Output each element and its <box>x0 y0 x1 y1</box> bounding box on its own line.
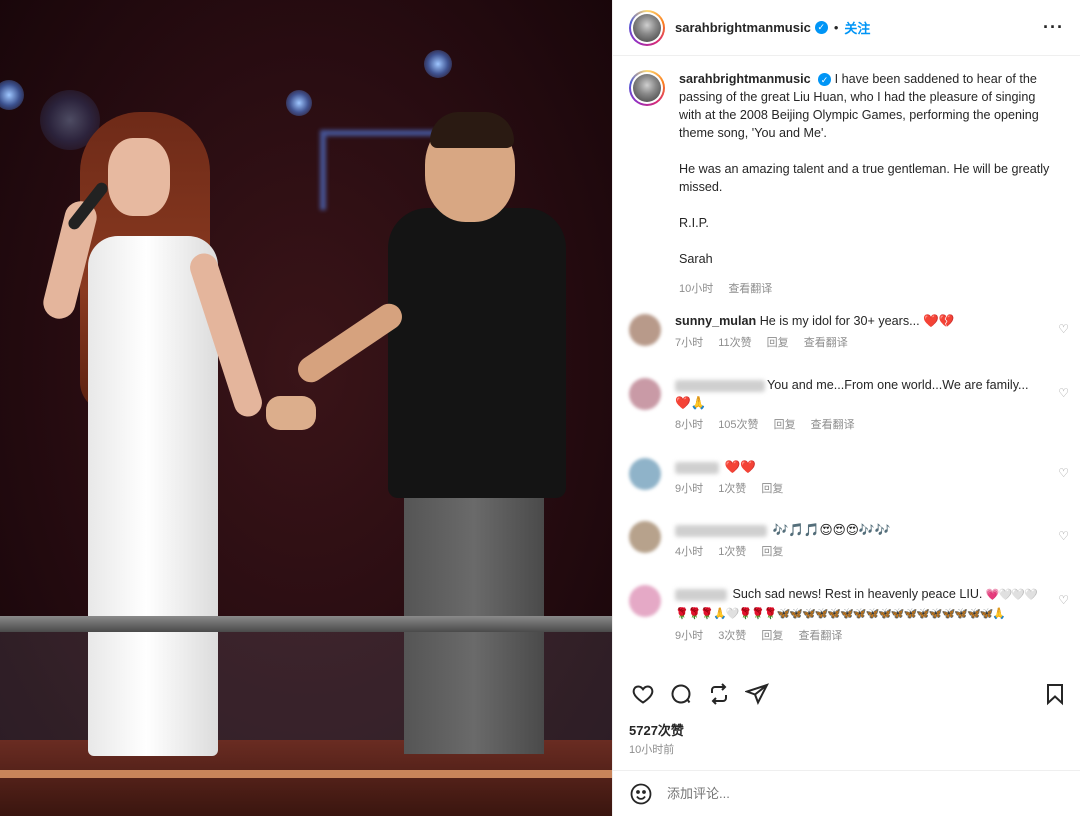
blurred-username <box>675 379 765 392</box>
like-count[interactable]: 1次赞 <box>718 483 746 495</box>
translate-link[interactable]: 查看翻译 <box>798 630 842 642</box>
more-horizontal-icon[interactable]: ··· <box>1043 17 1064 38</box>
like-count[interactable]: 5727次赞 <box>629 720 684 739</box>
avatar[interactable] <box>629 70 665 106</box>
comment-username[interactable]: sunny_mulan <box>675 314 756 328</box>
comment-emoji: ❤️🙏 <box>675 396 707 410</box>
blurred-username <box>675 588 727 601</box>
heart-icon[interactable]: ♡ <box>1058 527 1069 545</box>
comment-text: You and me...From one world...We are fam… <box>767 378 1029 392</box>
reply-link[interactable]: 回复 <box>761 483 783 495</box>
heart-icon[interactable]: ♡ <box>1058 320 1069 338</box>
like-count[interactable]: 1次赞 <box>718 546 746 558</box>
caption-username[interactable]: sarahbrightmanmusic <box>679 72 811 86</box>
verified-icon: ✓ <box>814 21 828 34</box>
comment-text: He is my idol for 30+ years... <box>759 314 920 328</box>
post-photo[interactable] <box>0 0 612 816</box>
share-icon[interactable] <box>743 680 771 708</box>
singer-hair <box>430 112 514 148</box>
repost-icon[interactable] <box>705 680 733 708</box>
avatar[interactable] <box>629 458 661 490</box>
avatar[interactable] <box>629 9 665 46</box>
caption-body: sarahbrightmanmusic ✓ I have been sadden… <box>679 70 1059 298</box>
follow-button[interactable]: 关注 <box>844 18 870 37</box>
bokeh-light <box>0 80 24 110</box>
reply-link[interactable]: 回复 <box>761 546 783 558</box>
comment-meta: 8小时 105次赞 回复 查看翻译 <box>675 416 1045 434</box>
white-dress <box>88 236 218 756</box>
stage-light-frame <box>320 130 440 210</box>
blurred-username <box>675 524 767 537</box>
stage-edge <box>0 770 612 778</box>
emoji-icon[interactable] <box>629 782 653 806</box>
avatar[interactable] <box>629 314 661 346</box>
timestamp: 7小时 <box>675 337 704 349</box>
blurred-username <box>675 461 719 474</box>
bokeh-light <box>286 90 312 116</box>
timestamp: 9小时 <box>675 630 704 642</box>
comment-meta: 7小时 11次赞 回复 查看翻译 <box>675 334 1045 352</box>
heart-icon[interactable]: ♡ <box>1058 591 1069 609</box>
stage-rail <box>0 616 612 632</box>
post-timestamp: 10小时前 <box>629 744 675 756</box>
reply-link[interactable]: 回复 <box>767 337 789 349</box>
like-count[interactable]: 105次赞 <box>718 419 758 431</box>
reply-link[interactable]: 回复 <box>774 419 796 431</box>
caption-meta: 10小时 查看翻译 <box>679 280 1059 298</box>
comment-item: 🎶🎵🎵😍😍😍🎶🎶 4小时 1次赞 回复 ♡ <box>629 521 1069 561</box>
comment-input[interactable] <box>667 786 967 801</box>
post-panel: sarahbrightmanmusic ✓ • 关注 ··· sarahbrig… <box>612 0 1080 816</box>
avatar[interactable] <box>629 585 661 617</box>
timestamp: 4小时 <box>675 546 704 558</box>
comment-meta: 9小时 3次赞 回复 查看翻译 <box>675 627 1045 645</box>
translate-link[interactable]: 查看翻译 <box>811 419 855 431</box>
heart-icon[interactable]: ♡ <box>1058 384 1069 402</box>
comment-emoji: ❤️❤️ <box>724 460 756 474</box>
post-header: sarahbrightmanmusic ✓ • 关注 ··· <box>613 0 1080 56</box>
singer-face <box>108 138 170 216</box>
timestamp: 8小时 <box>675 419 704 431</box>
comment-meta: 9小时 1次赞 回复 <box>675 480 1045 498</box>
comment-item: You and me...From one world...We are fam… <box>629 376 1069 434</box>
heart-icon[interactable]: ♡ <box>1058 464 1069 482</box>
like-count[interactable]: 3次赞 <box>718 630 746 642</box>
comment-item: ❤️❤️ 9小时 1次赞 回复 ♡ <box>629 458 1069 498</box>
caption: sarahbrightmanmusic ✓ I have been sadden… <box>613 56 1080 298</box>
comment-item: Such sad news! Rest in heavenly peace LI… <box>629 585 1069 645</box>
header-username[interactable]: sarahbrightmanmusic <box>675 20 811 35</box>
black-shirt <box>388 208 566 498</box>
verified-icon: ✓ <box>818 73 832 87</box>
comment-emoji: ❤️💔 <box>923 314 955 328</box>
held-hands <box>266 396 316 430</box>
heart-icon[interactable] <box>629 680 657 708</box>
add-comment-bar <box>613 770 1080 816</box>
bookmark-icon[interactable] <box>1041 680 1069 708</box>
translate-link[interactable]: 查看翻译 <box>728 283 772 295</box>
timestamp: 9小时 <box>675 483 704 495</box>
bokeh-light <box>424 50 452 78</box>
translate-link[interactable]: 查看翻译 <box>804 337 848 349</box>
caption-text: He was an amazing talent and a true gent… <box>679 162 1050 194</box>
caption-text: R.I.P. <box>679 216 709 230</box>
comment-item: sunny_mulan He is my idol for 30+ years.… <box>629 312 1069 352</box>
avatar[interactable] <box>629 521 661 553</box>
separator-dot: • <box>833 20 839 35</box>
comment-text: Such sad news! Rest in heavenly peace LI… <box>732 587 983 601</box>
action-bar <box>629 680 1069 708</box>
caption-text: Sarah <box>679 252 713 266</box>
comment-emoji: 🎶🎵🎵😍😍😍🎶🎶 <box>772 523 891 537</box>
avatar[interactable] <box>629 378 661 410</box>
comment-meta: 4小时 1次赞 回复 <box>675 543 1045 561</box>
comment-icon[interactable] <box>667 680 695 708</box>
like-count[interactable]: 11次赞 <box>718 337 751 349</box>
timestamp: 10小时 <box>679 283 714 295</box>
reply-link[interactable]: 回复 <box>761 630 783 642</box>
